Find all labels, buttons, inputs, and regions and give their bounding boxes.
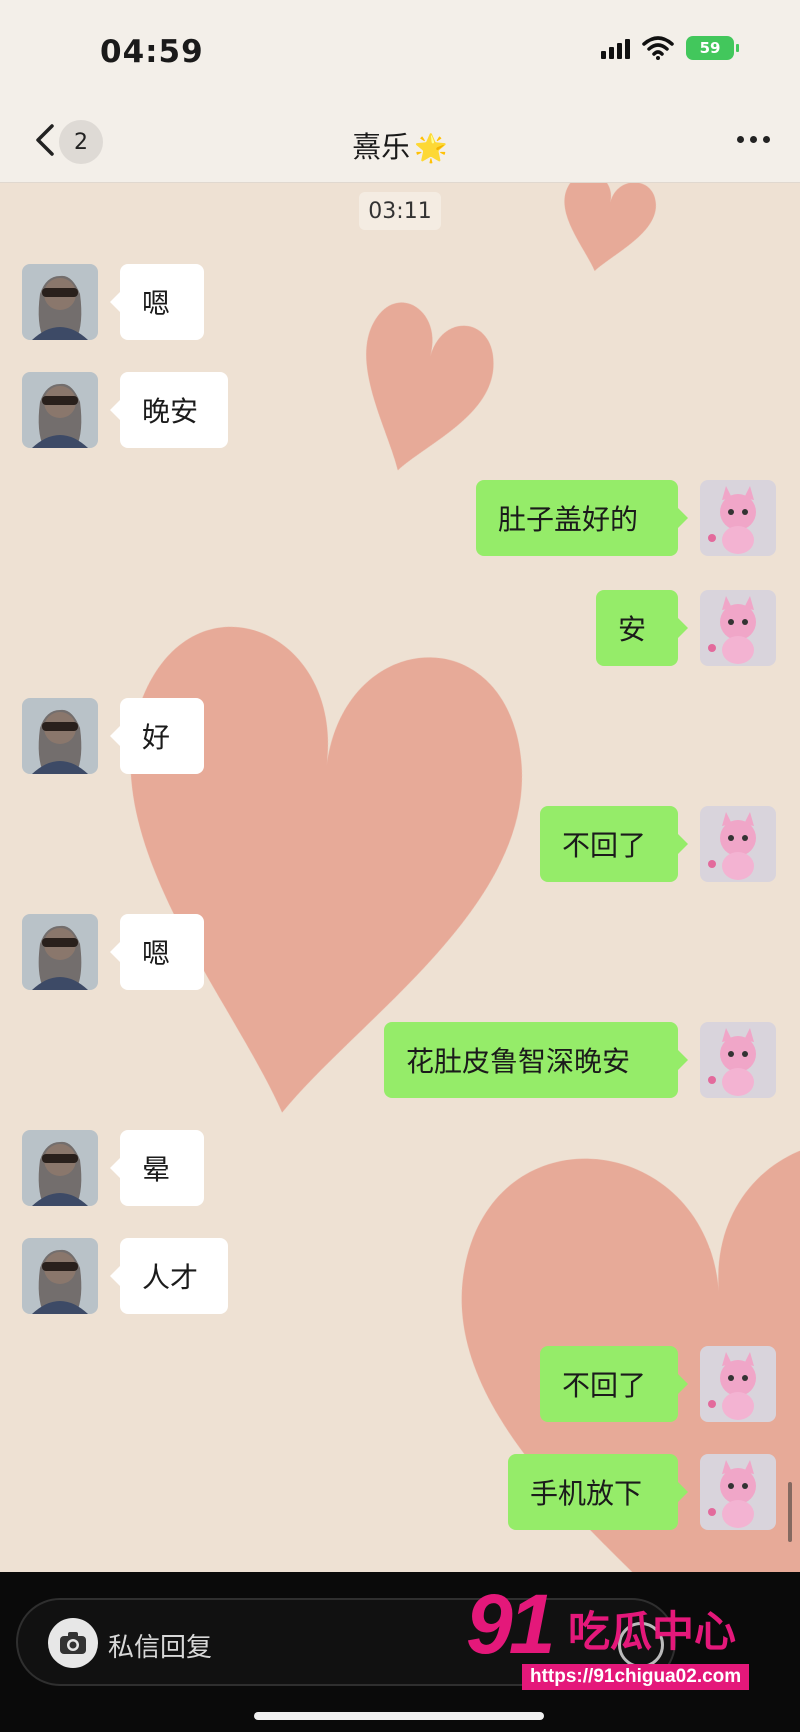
message-bubble-out[interactable]: 安 [596,590,688,666]
message-bubble-out[interactable]: 花肚皮鲁智深晚安 [384,1022,688,1098]
home-indicator[interactable] [254,1712,544,1720]
contact-avatar[interactable] [22,372,98,448]
contact-avatar[interactable] [22,264,98,340]
reply-input-placeholder: 私信回复 [108,1633,213,1663]
message-bubble-out[interactable]: 不回了 [540,1346,688,1422]
battery-icon: 59 [686,36,739,60]
message-bubble-in[interactable]: 晕 [110,1130,204,1206]
camera-icon[interactable] [48,1618,98,1668]
contact-avatar[interactable] [22,1130,98,1206]
signal-icon [601,37,630,59]
my-avatar[interactable] [700,480,776,556]
chat-title-name: 熹乐 [352,130,411,164]
timestamp: 03:11 [359,192,441,230]
watermark-url: https://91chigua02.com [522,1664,750,1690]
star-emoji-icon: 🌟 [414,133,448,164]
message-bubble-in[interactable]: 好 [110,698,204,774]
status-time: 04:59 [100,34,204,70]
battery-level: 59 [699,39,721,57]
my-avatar[interactable] [700,1454,776,1530]
more-dots-icon[interactable] [737,136,770,143]
my-avatar[interactable] [700,1022,776,1098]
contact-avatar[interactable] [22,698,98,774]
chat-scrollbar[interactable] [788,1482,792,1542]
message-bubble-out[interactable]: 不回了 [540,806,688,882]
message-bubble-in[interactable]: 嗯 [110,914,204,990]
status-icons: 59 [601,36,739,60]
status-bar: 04:59 59 [0,0,800,100]
contact-avatar[interactable] [22,1238,98,1314]
message-bubble-out[interactable]: 肚子盖好的 [476,480,688,556]
chat-title: 熹乐 🌟 [0,124,800,166]
message-bubble-in[interactable]: 人才 [110,1238,228,1314]
my-avatar[interactable] [700,806,776,882]
message-bubble-in[interactable]: 晚安 [110,372,228,448]
message-bubble-out[interactable]: 手机放下 [508,1454,688,1530]
contact-avatar[interactable] [22,914,98,990]
message-bubble-in[interactable]: 嗯 [110,264,204,340]
my-avatar[interactable] [700,1346,776,1422]
watermark-logo-text: 吃瓜中心 [568,1607,737,1656]
my-avatar[interactable] [700,590,776,666]
chat-area[interactable]: 03:11 嗯 晚安 肚子盖好的 安 好 不回了 嗯 花肚皮鲁智深晚安 晕 人才… [0,182,800,1572]
wifi-icon [642,36,674,60]
watermark-logo-number: 91 [466,1577,555,1671]
